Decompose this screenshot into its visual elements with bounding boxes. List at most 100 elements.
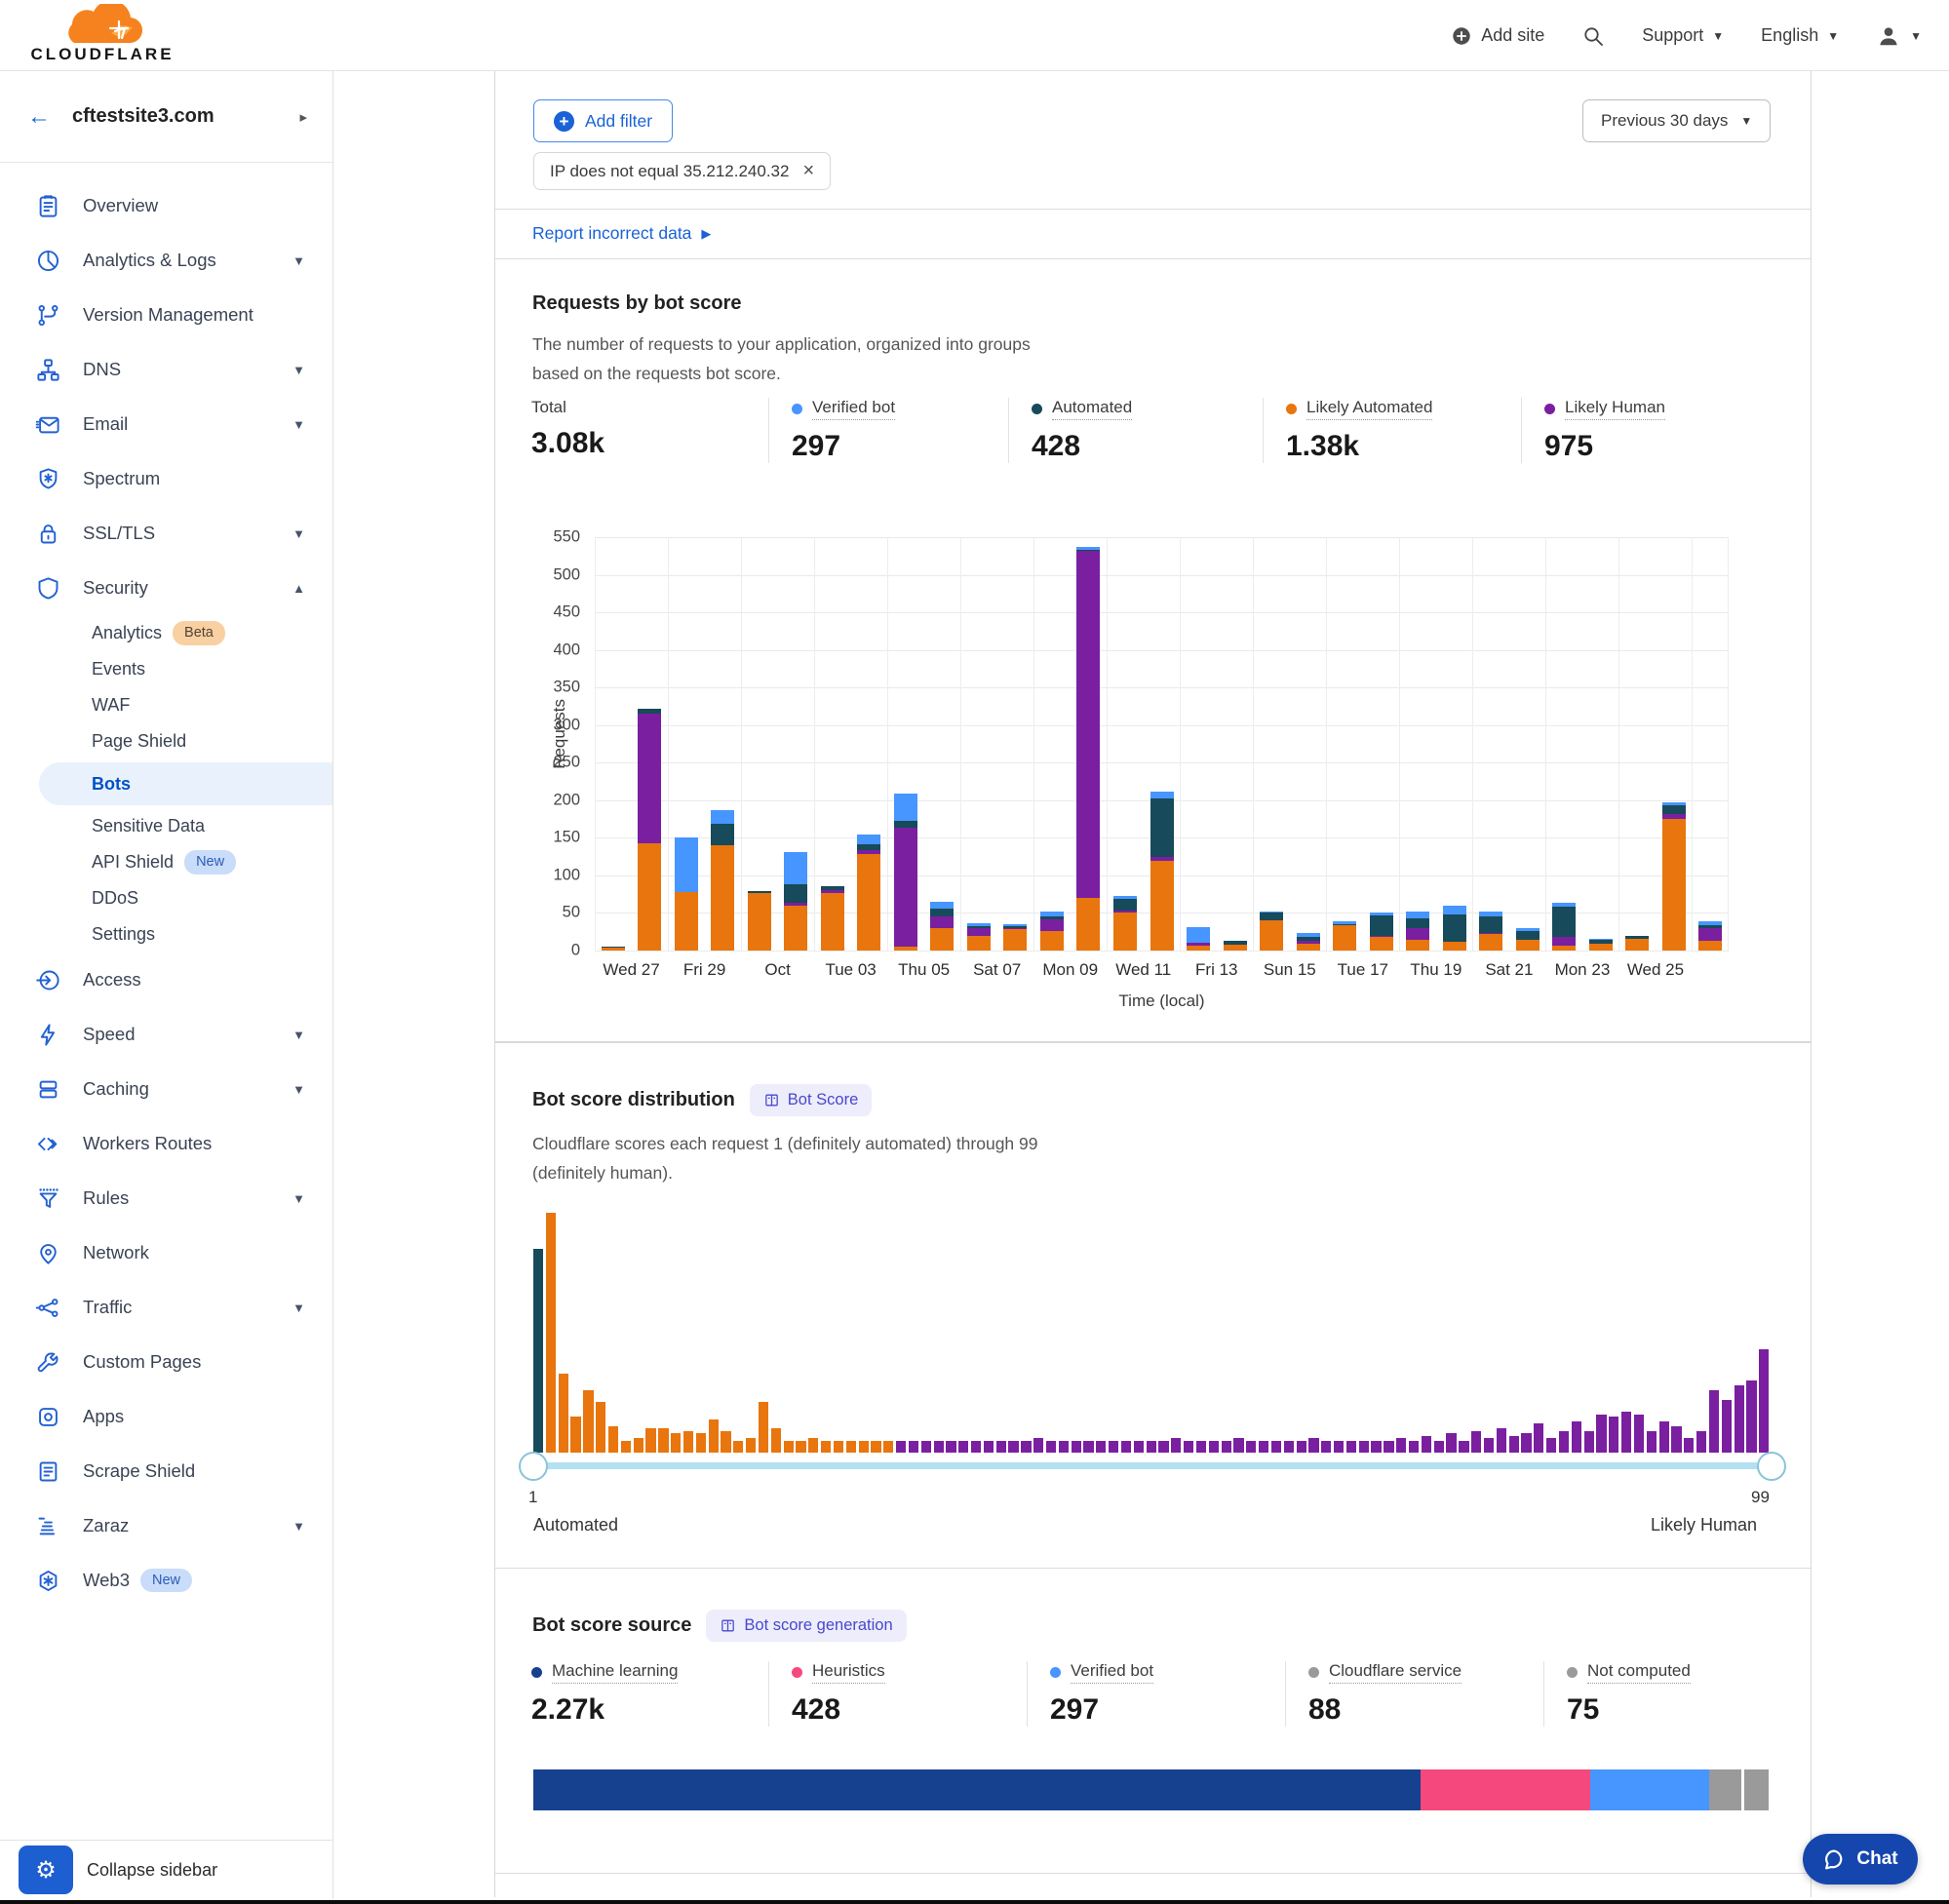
collapse-sidebar-label[interactable]: Collapse sidebar [87, 1860, 217, 1881]
stacked-bar[interactable] [1224, 941, 1247, 951]
stacked-bar[interactable] [1625, 936, 1649, 951]
stacked-bar[interactable] [784, 852, 807, 951]
stacked-bar[interactable] [967, 923, 991, 951]
stacked-bar[interactable] [638, 709, 661, 951]
sidebar-item-network[interactable]: Network [0, 1225, 332, 1280]
add-site-button[interactable]: Add site [1451, 25, 1544, 47]
stacked-bar[interactable] [1662, 802, 1686, 951]
histogram-bar-score-68 [1371, 1441, 1381, 1453]
stacked-bar[interactable] [1040, 912, 1064, 951]
stacked-bar[interactable] [1187, 927, 1210, 951]
stacked-bar[interactable] [1406, 912, 1429, 951]
stacked-bar[interactable] [1370, 913, 1393, 951]
sidebar-item-spectrum[interactable]: Spectrum [0, 451, 332, 506]
sidebar-item-apps[interactable]: Apps [0, 1389, 332, 1444]
stacked-bar[interactable] [930, 902, 954, 951]
sidebar-item-custom-pages[interactable]: Custom Pages [0, 1335, 332, 1389]
slider-handle-min[interactable] [519, 1452, 548, 1481]
sidebar-subitem-sensitive-data[interactable]: Sensitive Data [0, 808, 332, 844]
stacked-bar[interactable] [1479, 912, 1502, 951]
sidebar-item-zaraz[interactable]: Zaraz▼ [0, 1498, 332, 1553]
stacked-bar[interactable] [1113, 896, 1137, 951]
back-arrow-icon[interactable]: ← [27, 103, 51, 131]
bot-score-generation-badge[interactable]: Bot score generation [706, 1610, 906, 1642]
settings-gear-button[interactable]: ⚙ [19, 1846, 73, 1894]
remove-filter-icon[interactable]: × [802, 160, 814, 182]
slider-max-value: 99 [1751, 1488, 1770, 1507]
requests-by-bot-score-card: Requests by bot score The number of requ… [495, 258, 1811, 1041]
stacked-bar[interactable] [821, 886, 844, 951]
support-menu[interactable]: Support▼ [1642, 25, 1724, 46]
sidebar-subitem-ddos[interactable]: DDoS [0, 880, 332, 916]
sidebar-subitem-page-shield[interactable]: Page Shield [0, 723, 332, 759]
stacked-bar[interactable] [857, 835, 880, 951]
sidebar-item-caching[interactable]: Caching▼ [0, 1062, 332, 1116]
sidebar-subitem-label: Settings [92, 924, 155, 945]
sidebar-item-rules[interactable]: Rules▼ [0, 1171, 332, 1225]
sidebar-subitem-events[interactable]: Events [0, 651, 332, 687]
sidebar-subitem-api-shield[interactable]: API ShieldNew [0, 844, 332, 880]
stacked-bar[interactable] [675, 837, 698, 951]
stacked-bar[interactable] [748, 891, 771, 951]
histogram-bar-score-33 [934, 1441, 944, 1453]
chevron-down-icon: ▼ [292, 253, 305, 268]
bar-segment-automated [1113, 899, 1137, 911]
sidebar-item-scrape-shield[interactable]: Scrape Shield [0, 1444, 332, 1498]
bar-segment-automated [930, 909, 954, 916]
date-range-dropdown[interactable]: Previous 30 days▼ [1582, 99, 1771, 142]
sidebar-item-access[interactable]: Access [0, 952, 332, 1007]
sidebar-item-version-management[interactable]: Version Management [0, 288, 332, 342]
stacked-bar[interactable] [1260, 912, 1283, 951]
report-incorrect-data-link[interactable]: Report incorrect data▶ [532, 223, 711, 244]
site-switcher-caret[interactable]: ▸ [299, 108, 307, 126]
sidebar-subitem-analytics[interactable]: AnalyticsBeta [0, 615, 332, 651]
chat-button[interactable]: Chat [1803, 1834, 1918, 1885]
stacked-bar[interactable] [1443, 906, 1466, 951]
histogram-bar-score-3 [559, 1374, 568, 1453]
stacked-bar[interactable] [1589, 939, 1613, 951]
bar-segment-likely-automated [1297, 944, 1320, 951]
stacked-bar[interactable] [1516, 928, 1540, 951]
sidebar-subitem-settings[interactable]: Settings [0, 916, 332, 952]
chevron-down-icon: ▼ [292, 1028, 305, 1042]
stacked-bar[interactable] [1333, 921, 1356, 951]
sidebar-item-analytics-logs[interactable]: Analytics & Logs▼ [0, 233, 332, 288]
y-tick-label: 150 [553, 829, 580, 847]
stacked-bar[interactable] [1076, 547, 1100, 951]
sidebar-item-email[interactable]: Email▼ [0, 397, 332, 451]
sidebar-item-web3[interactable]: Web3New [0, 1553, 332, 1608]
histogram-bar-score-12 [671, 1433, 681, 1453]
bar-segment-verified-bot [711, 810, 734, 824]
stacked-bar[interactable] [711, 810, 734, 951]
sidebar-subitem-waf[interactable]: WAF [0, 687, 332, 723]
stacked-bar[interactable] [1297, 933, 1320, 951]
sidebar-item-speed[interactable]: Speed▼ [0, 1007, 332, 1062]
active-filter-chip[interactable]: IP does not equal 35.212.240.32 × [533, 152, 831, 190]
stat-cloudflare-service: Cloudflare service88 [1285, 1661, 1543, 1727]
cloudflare-logo[interactable]: CLOUDFLARE [19, 4, 185, 64]
add-filter-button[interactable]: + Add filter [533, 99, 673, 142]
sidebar-item-traffic[interactable]: Traffic▼ [0, 1280, 332, 1335]
bar-segment-automated [1516, 931, 1540, 940]
sidebar-item-dns[interactable]: DNS▼ [0, 342, 332, 397]
stacked-bar[interactable] [894, 794, 917, 951]
sidebar-subitem-bots[interactable]: Bots [39, 762, 332, 805]
sidebar-item-overview[interactable]: Overview [0, 178, 332, 233]
score-slider-track[interactable] [533, 1462, 1772, 1469]
sidebar-item-security[interactable]: Security▲ [0, 561, 332, 615]
stacked-bar[interactable] [602, 947, 625, 951]
language-menu[interactable]: English▼ [1761, 25, 1839, 46]
sidebar-item-ssl-tls[interactable]: SSL/TLS▼ [0, 506, 332, 561]
stat-value: 428 [1032, 430, 1253, 463]
stacked-bar[interactable] [1698, 921, 1722, 951]
stacked-bar[interactable] [1003, 924, 1027, 951]
user-icon [1876, 23, 1901, 49]
account-menu[interactable]: ▼ [1876, 23, 1922, 49]
search-button[interactable] [1581, 24, 1605, 48]
sidebar-subitem-label: Page Shield [92, 731, 186, 752]
bot-score-badge[interactable]: Bot Score [750, 1084, 872, 1116]
stacked-bar[interactable] [1150, 792, 1174, 951]
slider-handle-max[interactable] [1757, 1452, 1786, 1481]
stacked-bar[interactable] [1552, 903, 1576, 951]
sidebar-item-workers-routes[interactable]: Workers Routes [0, 1116, 332, 1171]
